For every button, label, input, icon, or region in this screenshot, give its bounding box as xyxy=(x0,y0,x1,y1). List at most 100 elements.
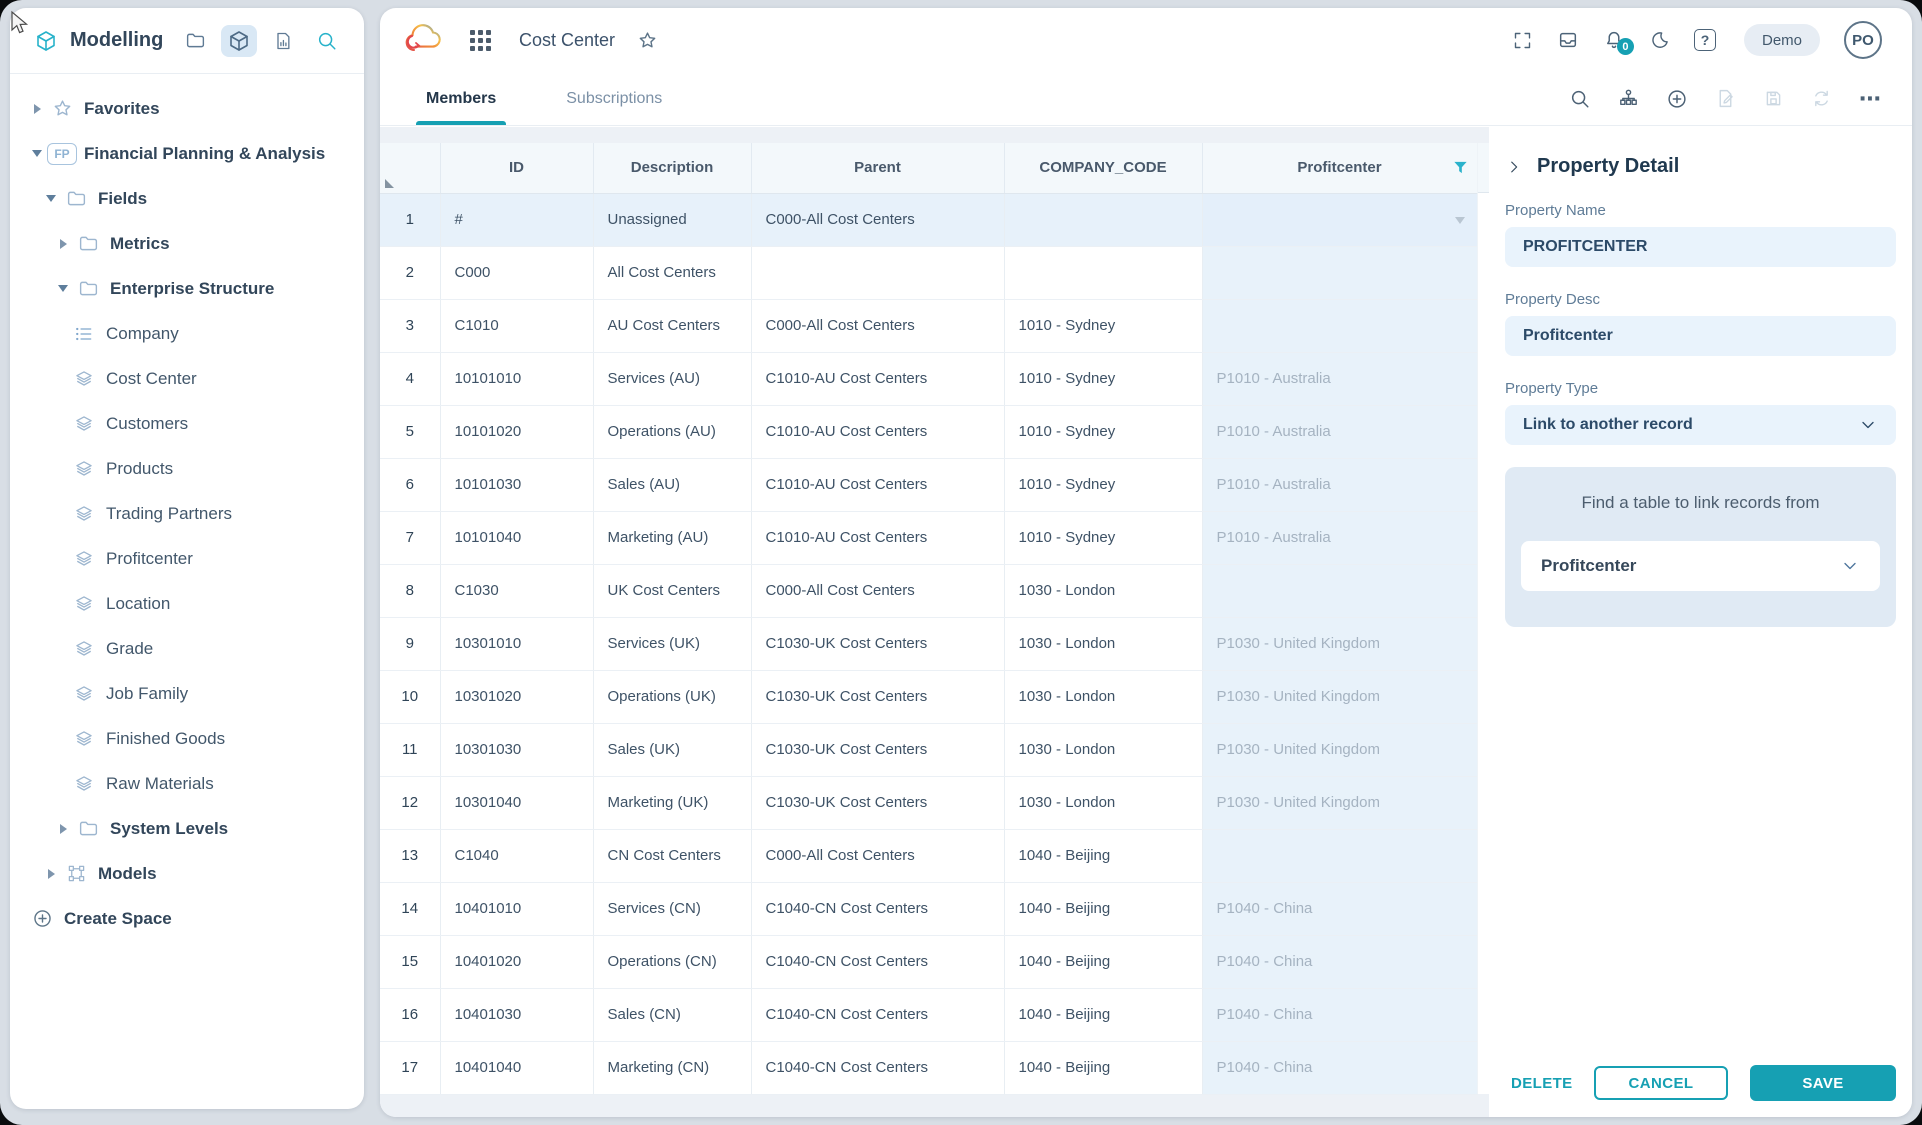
demo-badge[interactable]: Demo xyxy=(1744,24,1820,56)
toolbar-more-icon[interactable]: ⋯ xyxy=(1859,94,1882,104)
profitcenter-cell[interactable]: P1030 - United Kingdom xyxy=(1202,776,1477,829)
collapse-icon[interactable]: « xyxy=(353,25,364,57)
company-code-cell[interactable]: 1040 - Beijing xyxy=(1004,988,1202,1041)
tree-item-products[interactable]: Products xyxy=(10,446,364,491)
profitcenter-cell[interactable]: P1040 - China xyxy=(1202,988,1477,1041)
profitcenter-cell[interactable] xyxy=(1202,829,1477,882)
id-cell[interactable]: 10101020 xyxy=(440,405,593,458)
company-code-cell[interactable]: 1040 - Beijing xyxy=(1004,935,1202,988)
parent-cell[interactable]: C1030-UK Cost Centers xyxy=(751,617,1004,670)
description-cell[interactable]: Sales (CN) xyxy=(593,988,751,1041)
caret-right-icon[interactable] xyxy=(56,824,70,834)
toolbar-hierarchy-icon[interactable] xyxy=(1618,88,1639,109)
column-header-profitcenter[interactable]: Profitcenter xyxy=(1202,143,1477,193)
description-cell[interactable]: Services (AU) xyxy=(593,352,751,405)
bell-icon[interactable]: 0 xyxy=(1603,29,1625,51)
description-cell[interactable]: Sales (AU) xyxy=(593,458,751,511)
profitcenter-cell[interactable]: P1030 - United Kingdom xyxy=(1202,723,1477,776)
row-number-cell[interactable]: 14 xyxy=(380,882,440,935)
tree-item-finished-goods[interactable]: Finished Goods xyxy=(10,716,364,761)
tree-item-customers[interactable]: Customers xyxy=(10,401,364,446)
profitcenter-cell[interactable]: P1030 - United Kingdom xyxy=(1202,670,1477,723)
row-number-cell[interactable]: 6 xyxy=(380,458,440,511)
company-code-cell[interactable]: 1040 - Beijing xyxy=(1004,1041,1202,1094)
id-cell[interactable]: # xyxy=(440,193,593,246)
delete-button[interactable]: DELETE xyxy=(1505,1075,1579,1092)
id-cell[interactable]: 10401040 xyxy=(440,1041,593,1094)
parent-cell[interactable]: C1040-CN Cost Centers xyxy=(751,988,1004,1041)
company-code-cell[interactable]: 1010 - Sydney xyxy=(1004,405,1202,458)
tree-item-models[interactable]: Models xyxy=(10,851,364,896)
help-icon[interactable]: ? xyxy=(1694,29,1716,51)
caret-right-icon[interactable] xyxy=(30,104,44,114)
company-code-cell[interactable]: 1010 - Sydney xyxy=(1004,511,1202,564)
company-code-cell[interactable]: 1030 - London xyxy=(1004,617,1202,670)
description-cell[interactable]: Operations (UK) xyxy=(593,670,751,723)
tree-item-system-levels[interactable]: System Levels xyxy=(10,806,364,851)
description-cell[interactable]: Operations (AU) xyxy=(593,405,751,458)
avatar[interactable]: PO xyxy=(1844,21,1882,59)
description-cell[interactable]: Unassigned xyxy=(593,193,751,246)
app-grid-icon[interactable] xyxy=(470,30,491,51)
id-cell[interactable]: C1030 xyxy=(440,564,593,617)
company-code-cell[interactable]: 1040 - Beijing xyxy=(1004,829,1202,882)
cube-icon[interactable] xyxy=(221,25,257,57)
tree-item-job-family[interactable]: Job Family xyxy=(10,671,364,716)
tree-item-create-space[interactable]: Create Space xyxy=(10,896,364,941)
company-code-cell[interactable] xyxy=(1004,193,1202,246)
caret-right-icon[interactable] xyxy=(56,239,70,249)
parent-cell[interactable]: C1040-CN Cost Centers xyxy=(751,882,1004,935)
fullscreen-icon[interactable] xyxy=(1512,30,1533,51)
parent-cell[interactable]: C1040-CN Cost Centers xyxy=(751,935,1004,988)
profitcenter-cell[interactable]: P1030 - United Kingdom xyxy=(1202,617,1477,670)
profitcenter-cell[interactable]: P1040 - China xyxy=(1202,935,1477,988)
caret-down-icon[interactable] xyxy=(44,195,58,202)
id-cell[interactable]: 10401010 xyxy=(440,882,593,935)
save-button[interactable]: SAVE xyxy=(1750,1065,1896,1101)
parent-cell[interactable]: C1030-UK Cost Centers xyxy=(751,723,1004,776)
id-cell[interactable]: C1010 xyxy=(440,299,593,352)
id-cell[interactable]: 10301010 xyxy=(440,617,593,670)
filter-icon[interactable] xyxy=(1452,159,1469,180)
description-cell[interactable]: Operations (CN) xyxy=(593,935,751,988)
description-cell[interactable]: Marketing (AU) xyxy=(593,511,751,564)
company-code-cell[interactable]: 1010 - Sydney xyxy=(1004,299,1202,352)
caret-right-icon[interactable] xyxy=(44,869,58,879)
parent-cell[interactable] xyxy=(751,246,1004,299)
row-number-cell[interactable]: 17 xyxy=(380,1041,440,1094)
folder-icon[interactable] xyxy=(177,25,213,57)
parent-cell[interactable]: C000-All Cost Centers xyxy=(751,564,1004,617)
parent-cell[interactable]: C000-All Cost Centers xyxy=(751,193,1004,246)
favorite-star-icon[interactable] xyxy=(637,30,658,51)
company-code-cell[interactable]: 1030 - London xyxy=(1004,564,1202,617)
report-icon[interactable] xyxy=(265,25,301,57)
id-cell[interactable]: 10101040 xyxy=(440,511,593,564)
description-cell[interactable]: Services (CN) xyxy=(593,882,751,935)
description-cell[interactable]: Services (UK) xyxy=(593,617,751,670)
search-icon[interactable] xyxy=(309,25,345,57)
column-header-company_code[interactable]: COMPANY_CODE xyxy=(1004,143,1202,193)
row-number-cell[interactable]: 10 xyxy=(380,670,440,723)
description-cell[interactable]: Sales (UK) xyxy=(593,723,751,776)
id-cell[interactable]: 10301040 xyxy=(440,776,593,829)
tab-subscriptions[interactable]: Subscriptions xyxy=(560,72,668,125)
property-type-select[interactable]: Link to another record xyxy=(1505,405,1896,445)
panel-collapse-icon[interactable] xyxy=(1505,158,1523,176)
profitcenter-cell[interactable] xyxy=(1202,246,1477,299)
id-cell[interactable]: 10101010 xyxy=(440,352,593,405)
caret-down-icon[interactable] xyxy=(56,285,70,292)
company-code-cell[interactable]: 1030 - London xyxy=(1004,670,1202,723)
id-cell[interactable]: 10101030 xyxy=(440,458,593,511)
parent-cell[interactable]: C1010-AU Cost Centers xyxy=(751,405,1004,458)
property-name-input[interactable]: PROFITCENTER xyxy=(1505,227,1896,267)
description-cell[interactable]: Marketing (UK) xyxy=(593,776,751,829)
id-cell[interactable]: C000 xyxy=(440,246,593,299)
tree-item-company[interactable]: Company xyxy=(10,311,364,356)
toolbar-search-icon[interactable] xyxy=(1569,88,1591,110)
company-code-cell[interactable] xyxy=(1004,246,1202,299)
tree-item-profitcenter[interactable]: Profitcenter xyxy=(10,536,364,581)
profitcenter-cell[interactable]: P1010 - Australia xyxy=(1202,458,1477,511)
description-cell[interactable]: UK Cost Centers xyxy=(593,564,751,617)
row-number-cell[interactable]: 11 xyxy=(380,723,440,776)
id-cell[interactable]: 10401030 xyxy=(440,988,593,1041)
